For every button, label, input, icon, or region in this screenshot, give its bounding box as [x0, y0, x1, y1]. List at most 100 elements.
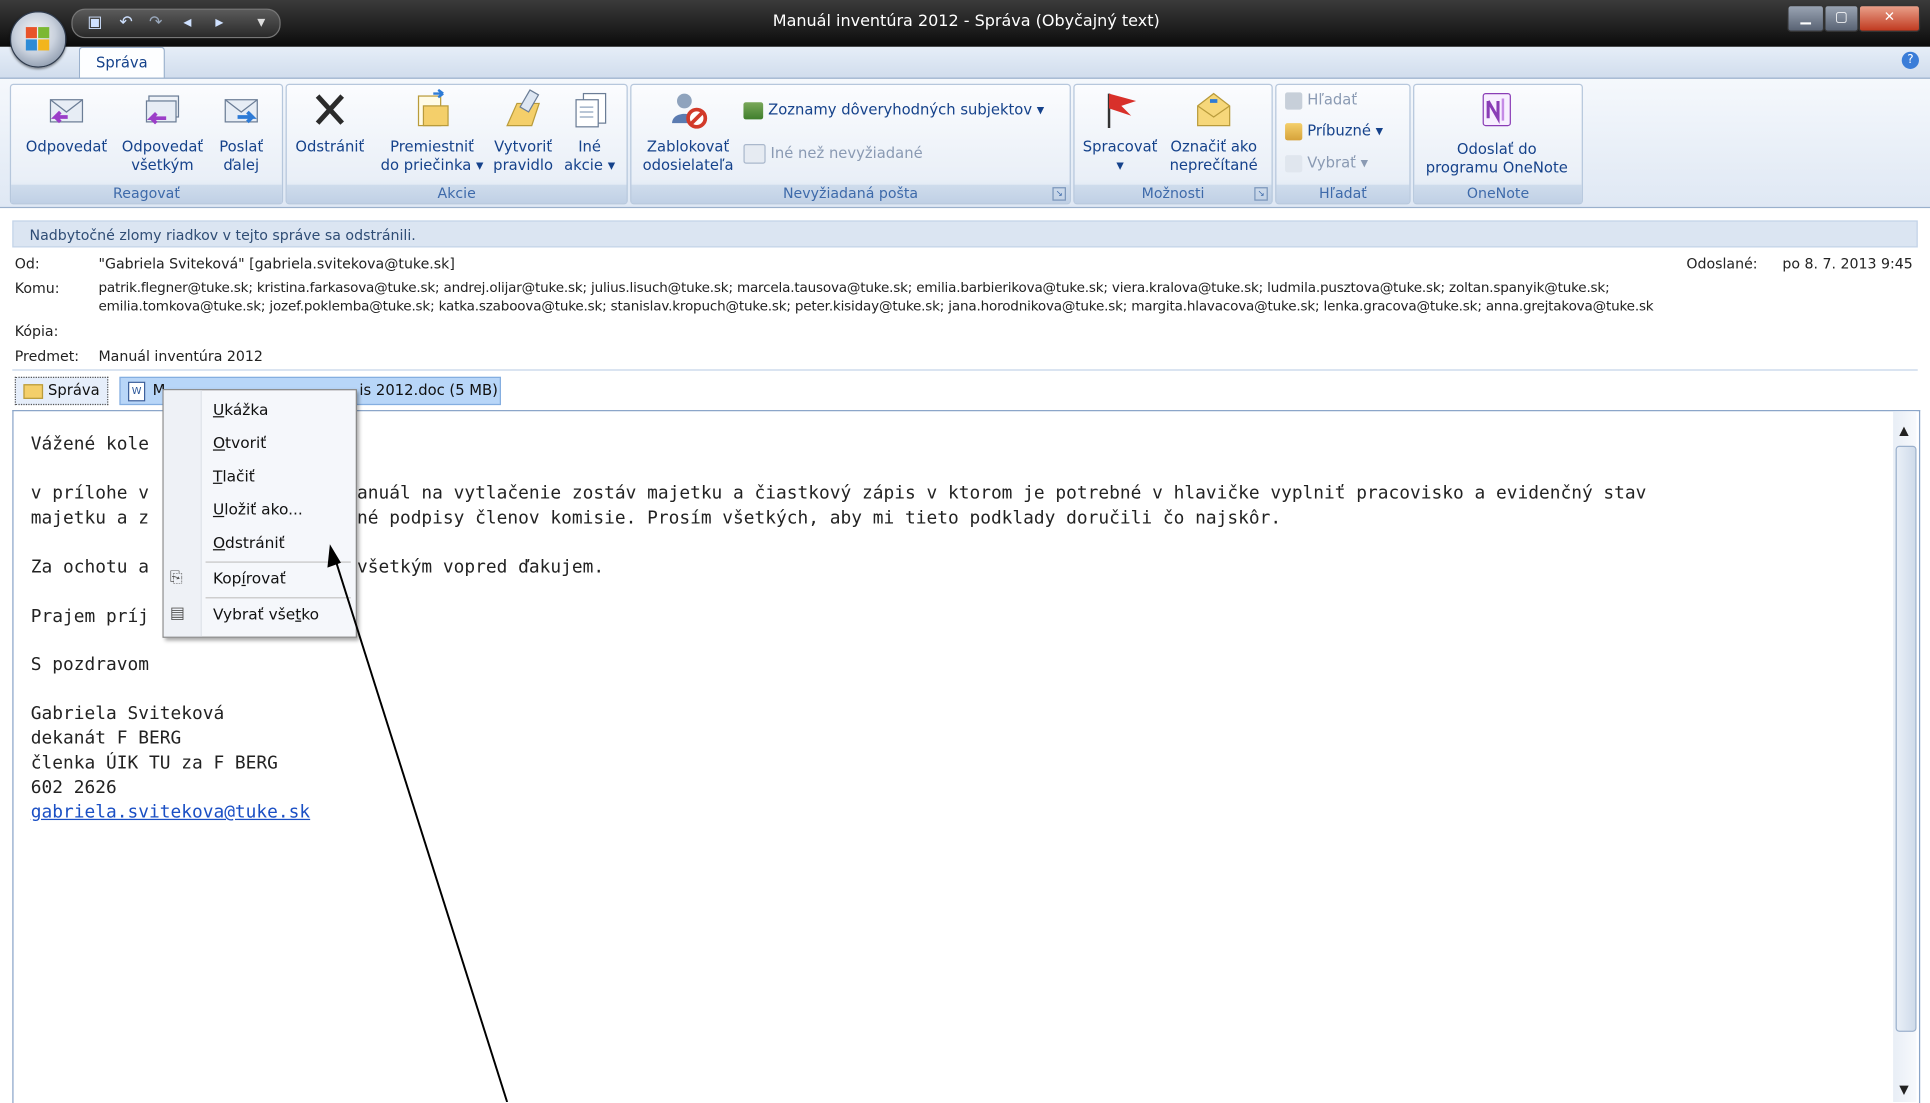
body-line-2-left: majetku a z — [30, 508, 149, 529]
scrollbar-thumb[interactable] — [1895, 445, 1917, 1032]
copy-icon: ⎘ — [169, 568, 183, 588]
safe-list-icon — [743, 101, 764, 119]
not-junk-icon — [743, 144, 766, 164]
delete-button[interactable]: Odstrániť — [290, 86, 369, 185]
group-label: Reagovať — [11, 184, 282, 204]
reply-button[interactable]: Odpovedať — [17, 86, 115, 185]
maximize-button[interactable]: ▢ — [1824, 4, 1859, 33]
to-recipients-line1[interactable]: patrik.flegner@tuke.sk; kristina.farkaso… — [98, 280, 1609, 296]
scroll-down-arrow-icon[interactable]: ▼ — [1899, 1084, 1908, 1098]
delete-label: Odstrániť — [295, 137, 365, 156]
signature-role: členka ÚIK TU za F BERG — [30, 753, 278, 774]
binoculars-icon — [1285, 91, 1303, 109]
cc-label: Kópia: — [14, 322, 59, 340]
reply-label: Odpovedať — [25, 137, 108, 156]
sent-label: Odoslané: — [1686, 254, 1758, 273]
save-icon[interactable]: ▣ — [87, 14, 102, 32]
reply-all-label-2: všetkým — [131, 156, 194, 174]
body-wish: Prajem príj — [30, 607, 149, 627]
other-actions-icon — [575, 92, 607, 128]
subject-label: Predmet: — [14, 347, 80, 365]
close-button[interactable]: ✕ — [1858, 4, 1921, 33]
help-icon[interactable]: ? — [1901, 51, 1919, 69]
undo-icon[interactable]: ↶ — [119, 14, 132, 32]
minimize-button[interactable]: ▁ — [1787, 4, 1825, 33]
menu-item-ulozit-ako[interactable]: Uložiť ako... — [213, 500, 303, 518]
select-button: Vybrať ▾ — [1285, 154, 1368, 172]
from-value[interactable]: "Gabriela Sviteková" [gabriela.svitekova… — [98, 255, 454, 272]
create-rule-button[interactable]: Vytvoriť pravidlo — [490, 86, 556, 185]
menu-separator — [205, 597, 351, 599]
customize-toolbar-icon[interactable]: ▾ — [257, 14, 265, 32]
scroll-up-arrow-icon[interactable]: ▲ — [1899, 425, 1908, 439]
related-label: Príbuzné ▾ — [1307, 121, 1384, 140]
office-button[interactable] — [9, 11, 67, 68]
onenote-label-2: programu OneNote — [1425, 158, 1568, 177]
move-to-folder-button[interactable]: Premiestniť do priečinka ▾ — [374, 86, 490, 185]
redo-icon[interactable]: ↷ — [149, 14, 162, 32]
body-thanks-right: všetkým vopred ďakujem. — [356, 557, 605, 578]
ribbon-tab-strip — [0, 46, 1930, 79]
related-icon — [1285, 122, 1303, 140]
rule-label-2: pravidlo — [493, 156, 554, 174]
signature-email-link[interactable]: gabriela.svitekova@tuke.sk — [31, 803, 310, 823]
reply-icon — [49, 99, 84, 124]
group-label: Hľadať — [1276, 184, 1410, 204]
select-all-icon: ▤ — [169, 604, 186, 624]
other-actions-button[interactable]: Iné akcie ▾ — [559, 86, 621, 185]
group-label: Možnosti — [1074, 184, 1272, 204]
move-label-1: Premiestniť — [390, 137, 474, 156]
select-label: Vybrať ▾ — [1307, 153, 1369, 172]
info-bar[interactable]: Nadbytočné zlomy riadkov v tejto správe … — [12, 220, 1918, 248]
forward-label-1: Poslať — [219, 137, 264, 156]
forward-label-2: ďalej — [223, 156, 260, 174]
menu-item-tlacit[interactable]: Tlačiť — [213, 467, 255, 485]
dialog-launcher-icon[interactable]: ↘ — [1254, 187, 1268, 201]
to-label: Komu: — [14, 279, 60, 297]
related-button[interactable]: Príbuzné ▾ — [1285, 122, 1383, 140]
quick-access-toolbar: ▣ ↶ ↷ ◂ ▸ ▾ — [71, 8, 281, 39]
send-to-onenote-button[interactable]: Odoslať do programu OneNote — [1416, 86, 1578, 185]
move-label-2: do priečinka ▾ — [380, 156, 484, 174]
message-tab[interactable]: Správa — [14, 376, 109, 406]
menu-item-kopirovat[interactable]: Kopírovať — [213, 569, 286, 587]
word-document-icon: W — [128, 381, 146, 402]
forward-button[interactable]: Poslať ďalej — [210, 86, 272, 185]
follow-up-button[interactable]: Spracovať ▾ — [1078, 86, 1162, 185]
safe-lists-button[interactable]: Zoznamy dôveryhodných subjektov ▾ — [743, 101, 1044, 119]
reply-all-icon — [145, 95, 180, 125]
mark-unread-button[interactable]: Označiť ako neprečítané — [1162, 86, 1265, 185]
onenote-icon — [1482, 92, 1511, 127]
menu-item-otvorit[interactable]: Otvoriť — [213, 433, 266, 451]
body-line-1-right: anuál na vytlačenie zostáv majetku a čia… — [356, 483, 1647, 504]
previous-item-icon[interactable]: ◂ — [183, 14, 191, 32]
forward-icon — [224, 99, 258, 124]
reply-all-button[interactable]: Odpovedať všetkým — [114, 86, 210, 185]
cursor-icon — [1285, 154, 1303, 172]
reply-all-label-1: Odpovedať — [121, 137, 204, 156]
other-label-1: Iné — [578, 137, 602, 156]
menu-item-ukazka[interactable]: Ukážka — [213, 400, 268, 418]
onenote-label-1: Odoslať do — [1456, 140, 1537, 158]
block-sender-button[interactable]: Zablokovať odosielateľa — [635, 86, 741, 185]
mark-unread-label-2: neprečítané — [1169, 156, 1258, 174]
next-item-icon[interactable]: ▸ — [215, 14, 223, 32]
not-junk-button: Iné než nevyžiadané — [743, 144, 923, 164]
flag-icon — [1107, 93, 1137, 129]
block-sender-icon — [672, 93, 708, 129]
find-button: Hľadať — [1285, 91, 1357, 109]
tab-sprava[interactable]: Správa — [78, 46, 165, 79]
safe-lists-label: Zoznamy dôveryhodných subjektov ▾ — [768, 100, 1045, 119]
message-tab-label: Správa — [48, 381, 100, 399]
rule-icon — [506, 89, 540, 127]
body-greeting: Vážené kole — [30, 434, 149, 455]
dialog-launcher-icon[interactable]: ↘ — [1052, 187, 1066, 201]
signature-phone: 602 2626 — [30, 778, 117, 798]
menu-item-vybrat-vsetko[interactable]: Vybrať všetko — [213, 605, 319, 623]
mark-unread-label-1: Označiť ako — [1170, 137, 1257, 156]
envelope-icon — [23, 384, 44, 399]
to-recipients-line2[interactable]: emilia.tomkova@tuke.sk; jozef.poklemba@t… — [98, 298, 1653, 314]
header-divider — [12, 369, 1918, 371]
body-closing: S pozdravom — [30, 655, 149, 675]
menu-item-odstranit[interactable]: Odstrániť — [213, 533, 285, 551]
